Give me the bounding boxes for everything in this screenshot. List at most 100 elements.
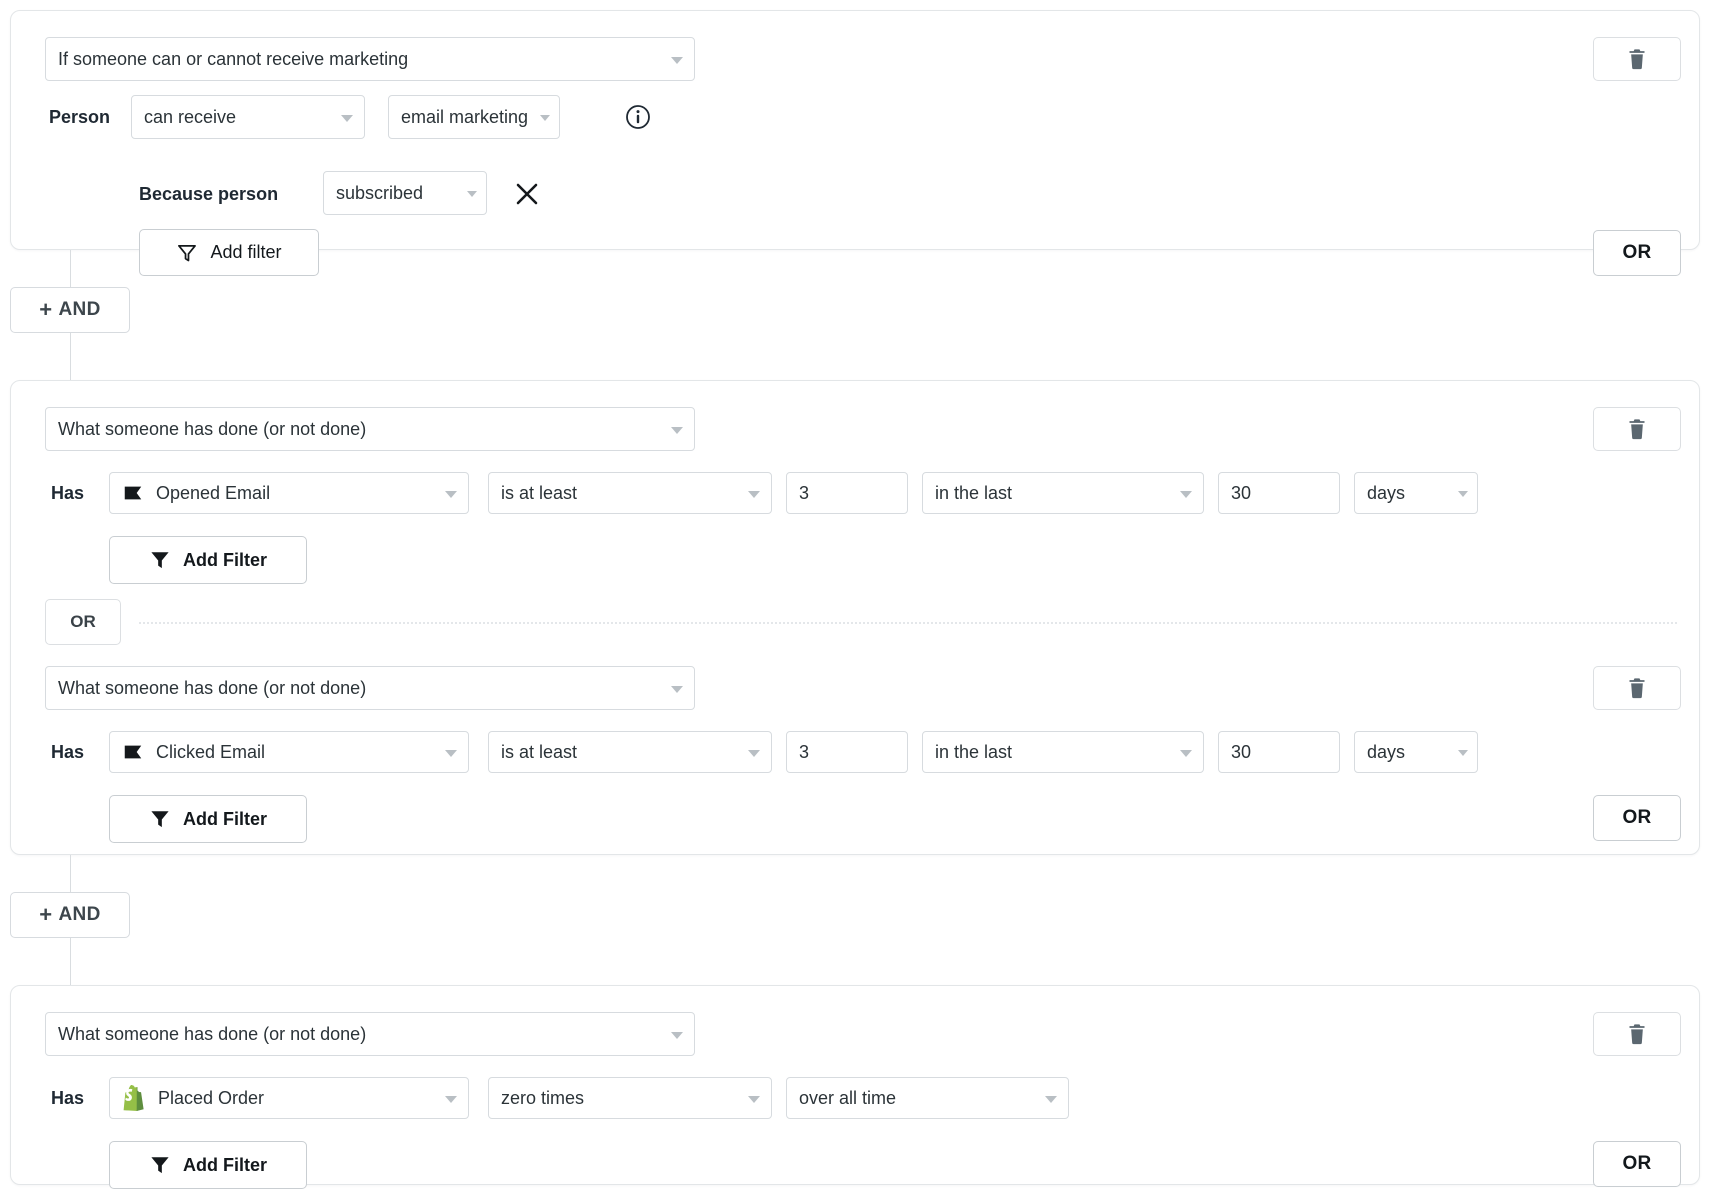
- plus-icon: +: [39, 904, 52, 926]
- or-button-group-1[interactable]: OR: [1593, 230, 1681, 276]
- chevron-down-icon: [748, 750, 760, 757]
- or-button-group-3[interactable]: OR: [1593, 1141, 1681, 1187]
- unit-select-2b[interactable]: days: [1354, 731, 1478, 773]
- condition-group-3: What someone has done (or not done) Has: [10, 985, 1700, 1185]
- operator-select-2a[interactable]: is at least: [488, 472, 772, 514]
- channel-select[interactable]: email marketing: [388, 95, 560, 139]
- definition-select-3[interactable]: What someone has done (or not done): [45, 1012, 695, 1056]
- add-filter-button-3-label: Add Filter: [183, 1155, 267, 1176]
- chevron-down-icon: [671, 1032, 683, 1039]
- timeframe-select-2b[interactable]: in the last: [922, 731, 1204, 773]
- metric-select-2a[interactable]: Opened Email: [109, 472, 469, 514]
- definition-select-2b[interactable]: What someone has done (or not done): [45, 666, 695, 710]
- timeframe-select-2b-value: in the last: [935, 742, 1012, 763]
- metric-select-2b[interactable]: Clicked Email: [109, 731, 469, 773]
- reason-select[interactable]: subscribed: [323, 171, 487, 215]
- or-divider-group-2-label: OR: [70, 612, 96, 632]
- add-and-button-2[interactable]: + AND: [10, 892, 130, 938]
- or-button-group-2[interactable]: OR: [1593, 795, 1681, 841]
- period-input-2b-value: 30: [1231, 742, 1251, 763]
- chevron-down-icon: [467, 191, 477, 197]
- chevron-down-icon: [671, 686, 683, 693]
- metric-select-2a-value: Opened Email: [156, 483, 270, 504]
- funnel-icon: [149, 808, 171, 830]
- chevron-down-icon: [671, 427, 683, 434]
- chevron-down-icon: [1180, 750, 1192, 757]
- chevron-down-icon: [748, 1096, 760, 1103]
- metric-select-3-value: Placed Order: [158, 1088, 264, 1109]
- metric-select-2b-value: Clicked Email: [156, 742, 265, 763]
- chevron-down-icon: [1458, 491, 1468, 497]
- operator-select-3[interactable]: zero times: [488, 1077, 772, 1119]
- period-input-2b[interactable]: 30: [1218, 731, 1340, 773]
- timeframe-select-2a[interactable]: in the last: [922, 472, 1204, 514]
- close-icon[interactable]: [514, 181, 540, 207]
- count-input-2b[interactable]: 3: [786, 731, 908, 773]
- chevron-down-icon: [341, 115, 353, 122]
- add-and-button-1-label: AND: [58, 299, 100, 321]
- chevron-down-icon: [671, 57, 683, 64]
- chevron-down-icon: [1045, 1096, 1057, 1103]
- metric-select-3[interactable]: Placed Order: [109, 1077, 469, 1119]
- funnel-icon: [149, 1154, 171, 1176]
- delete-condition-2b-button[interactable]: [1593, 666, 1681, 710]
- delete-condition-2a-button[interactable]: [1593, 407, 1681, 451]
- chevron-down-icon: [445, 491, 457, 498]
- count-input-2a[interactable]: 3: [786, 472, 908, 514]
- timeframe-select-2a-value: in the last: [935, 483, 1012, 504]
- definition-select-2a[interactable]: What someone has done (or not done): [45, 407, 695, 451]
- add-filter-button-2a-label: Add Filter: [183, 550, 267, 571]
- definition-select-3-value: What someone has done (or not done): [58, 1024, 366, 1045]
- chevron-down-icon: [748, 491, 760, 498]
- chevron-down-icon: [1458, 750, 1468, 756]
- unit-select-2a-value: days: [1367, 483, 1405, 504]
- add-and-button-1[interactable]: + AND: [10, 287, 130, 333]
- operator-select-3-value: zero times: [501, 1088, 584, 1109]
- period-input-2a-value: 30: [1231, 483, 1251, 504]
- unit-select-2b-value: days: [1367, 742, 1405, 763]
- because-person-label: Because person: [139, 185, 278, 203]
- count-input-2a-value: 3: [799, 483, 809, 504]
- operator-select-2a-value: is at least: [501, 483, 577, 504]
- or-divider-line: [139, 622, 1677, 624]
- or-divider-group-2[interactable]: OR: [45, 599, 121, 645]
- definition-select-1[interactable]: If someone can or cannot receive marketi…: [45, 37, 695, 81]
- chevron-down-icon: [445, 750, 457, 757]
- email-flag-icon: [122, 482, 144, 504]
- consent-select-value: can receive: [144, 107, 236, 128]
- or-button-group-3-label: OR: [1622, 1153, 1651, 1175]
- unit-select-2a[interactable]: days: [1354, 472, 1478, 514]
- chevron-down-icon: [540, 115, 550, 121]
- has-label-2b: Has: [51, 743, 84, 761]
- condition-group-1: If someone can or cannot receive marketi…: [10, 10, 1700, 250]
- add-filter-button-2a[interactable]: Add Filter: [109, 536, 307, 584]
- has-label-3: Has: [51, 1089, 84, 1107]
- and-connector-2: + AND: [0, 855, 300, 985]
- definition-select-2a-value: What someone has done (or not done): [58, 419, 366, 440]
- reason-select-value: subscribed: [336, 183, 423, 204]
- plus-icon: +: [39, 299, 52, 321]
- or-button-group-2-label: OR: [1622, 807, 1651, 829]
- period-input-2a[interactable]: 30: [1218, 472, 1340, 514]
- chevron-down-icon: [445, 1096, 457, 1103]
- shopify-icon: [122, 1085, 146, 1111]
- has-label-2a: Has: [51, 484, 84, 502]
- or-button-group-1-label: OR: [1622, 242, 1651, 264]
- add-filter-button-2b-label: Add Filter: [183, 809, 267, 830]
- operator-select-2b[interactable]: is at least: [488, 731, 772, 773]
- add-filter-button-2b[interactable]: Add Filter: [109, 795, 307, 843]
- definition-select-1-value: If someone can or cannot receive marketi…: [58, 49, 408, 70]
- trash-icon: [1627, 1023, 1647, 1045]
- info-icon[interactable]: [625, 104, 651, 130]
- delete-condition-3-button[interactable]: [1593, 1012, 1681, 1056]
- add-filter-button-3[interactable]: Add Filter: [109, 1141, 307, 1189]
- definition-select-2b-value: What someone has done (or not done): [58, 678, 366, 699]
- count-input-2b-value: 3: [799, 742, 809, 763]
- and-connector-1: + AND: [0, 250, 300, 380]
- delete-group-1-button[interactable]: [1593, 37, 1681, 81]
- trash-icon: [1627, 677, 1647, 699]
- add-and-button-2-label: AND: [58, 904, 100, 926]
- timeframe-select-3[interactable]: over all time: [786, 1077, 1069, 1119]
- consent-select[interactable]: can receive: [131, 95, 365, 139]
- chevron-down-icon: [1180, 491, 1192, 498]
